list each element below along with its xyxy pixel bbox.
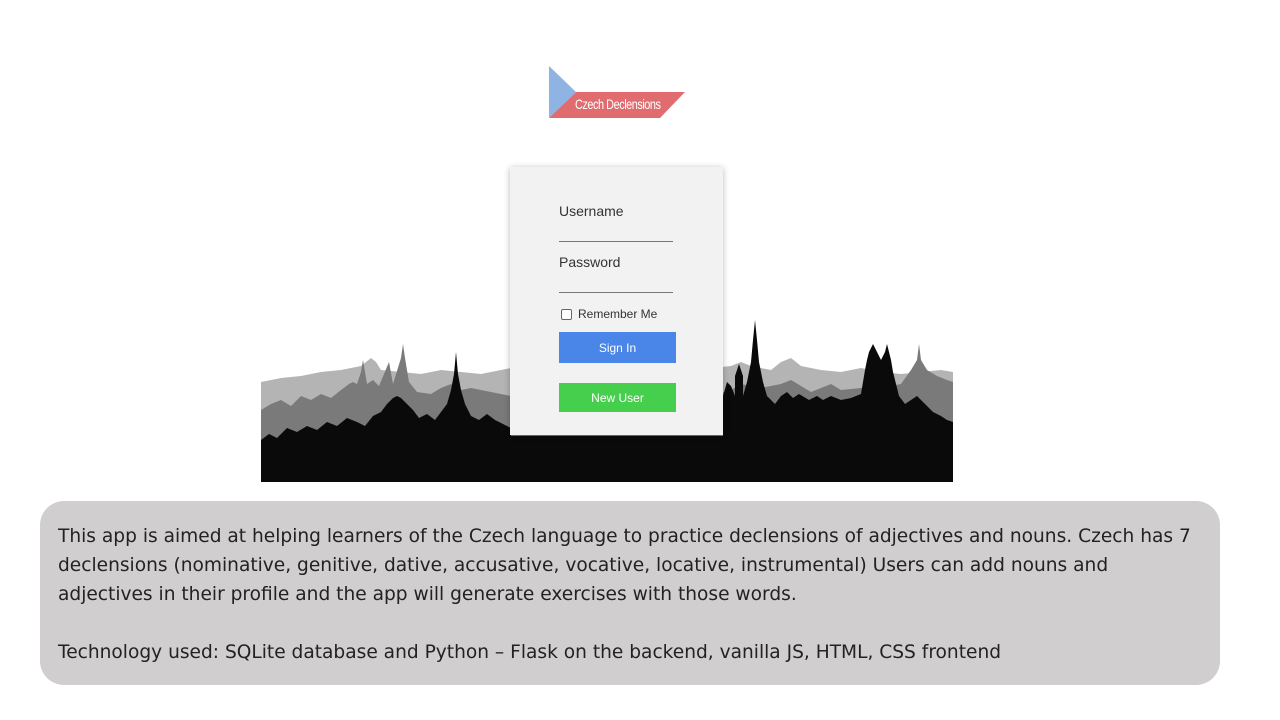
password-input[interactable] bbox=[559, 268, 673, 293]
app-logo: Czech Declensions bbox=[547, 64, 687, 122]
sign-in-button[interactable]: Sign In bbox=[559, 332, 676, 363]
remember-me-label: Remember Me bbox=[578, 307, 658, 321]
logo-flag-icon bbox=[549, 66, 685, 118]
remember-me-checkbox[interactable] bbox=[561, 308, 572, 320]
description-paragraph: This app is aimed at helping learners of… bbox=[58, 526, 1191, 605]
description-box: This app is aimed at helping learners of… bbox=[40, 501, 1220, 685]
logo-text: Czech Declensions bbox=[575, 96, 661, 112]
username-input[interactable] bbox=[559, 217, 673, 242]
remember-me-row[interactable]: Remember Me bbox=[561, 307, 657, 321]
login-card: Username Password Remember Me Sign In Ne… bbox=[510, 167, 723, 435]
technology-paragraph: Technology used: SQLite database and Pyt… bbox=[58, 642, 1002, 663]
new-user-button[interactable]: New User bbox=[559, 383, 676, 412]
